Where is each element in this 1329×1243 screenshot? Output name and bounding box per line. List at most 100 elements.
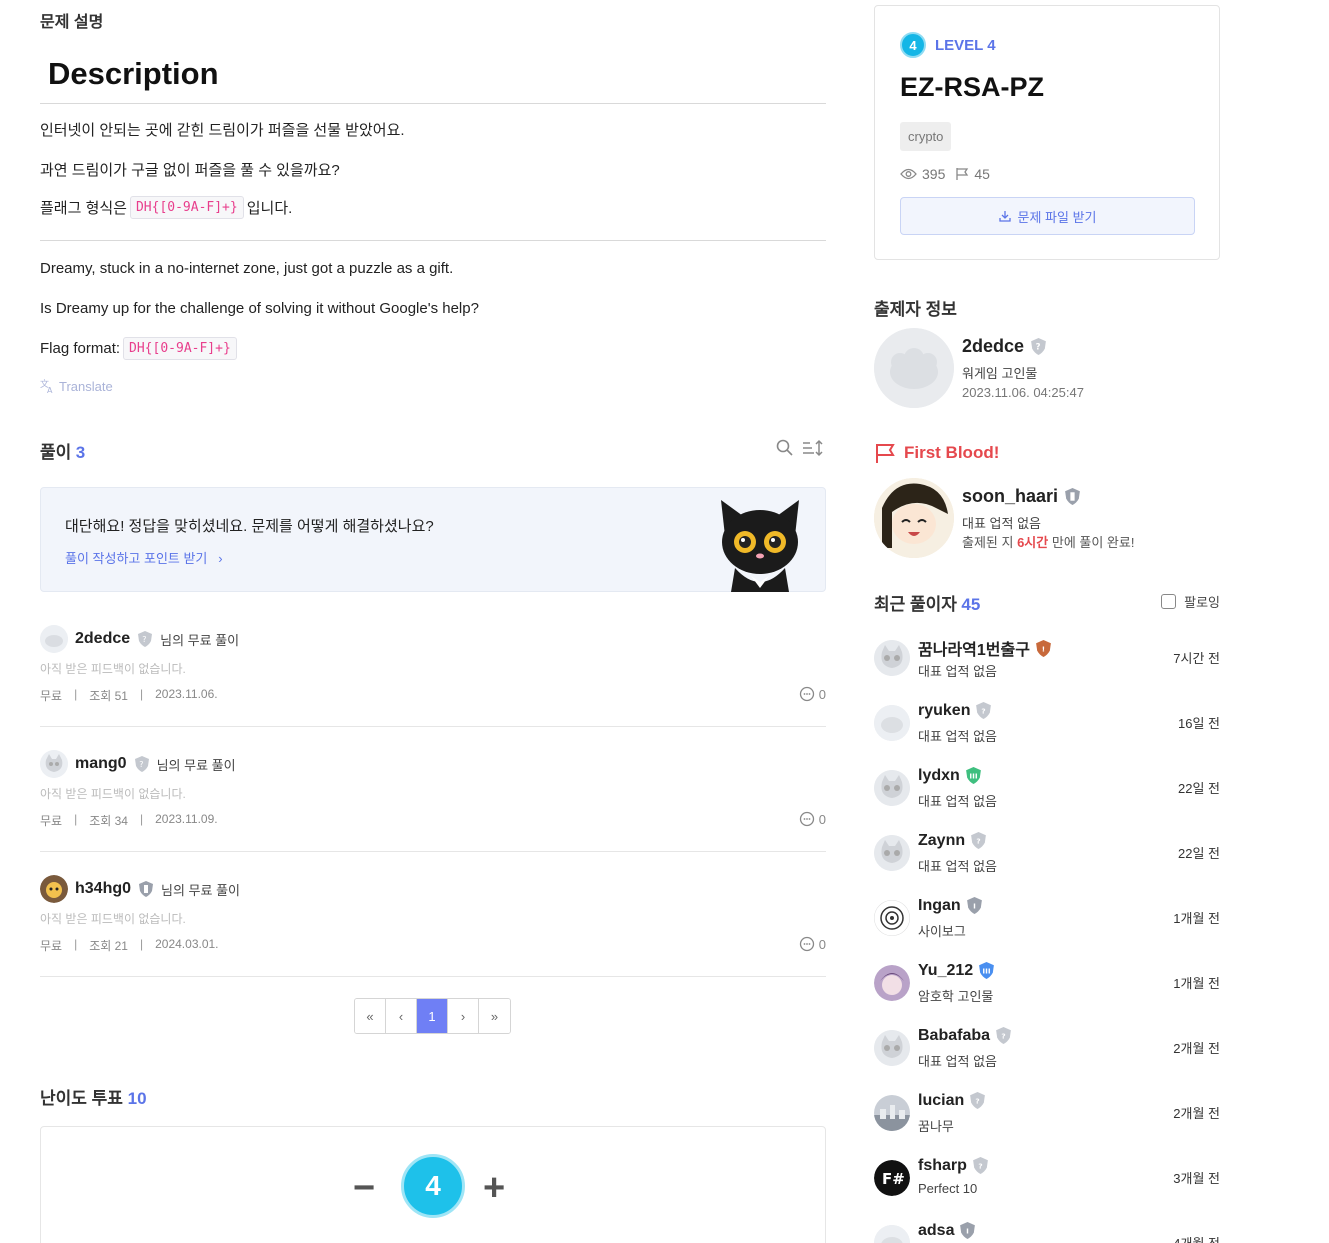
checkbox-icon	[1161, 594, 1177, 609]
writeup-item[interactable]: h34hg0 님의 무료 풀이 아직 받은 피드백이 없습니다. 무료 | 조회 …	[40, 867, 826, 977]
comment-count[interactable]: 0	[799, 936, 826, 952]
writeup-item[interactable]: mang0 ? 님의 무료 풀이 아직 받은 피드백이 없습니다. 무료 | 조회…	[40, 742, 826, 852]
svg-text:I: I	[967, 1227, 970, 1236]
recent-solver-item[interactable]: Yu_212 III 암호학 고인물 1개월 전	[874, 961, 1220, 1021]
svg-text:?: ?	[976, 837, 980, 846]
shield-icon: ?	[134, 756, 149, 772]
shield-icon: ?	[138, 631, 153, 647]
write-solution-link[interactable]: 풀이 작성하고 포인트 받기 ›	[65, 548, 223, 567]
avatar[interactable]	[874, 900, 910, 936]
eye-icon	[900, 168, 917, 180]
solver-time: 1개월 전	[1173, 976, 1220, 991]
next-page-button[interactable]: ›	[448, 999, 479, 1033]
pagination: « ‹ 1 › »	[354, 998, 511, 1034]
author-title: 워게임 고인물	[962, 366, 1038, 381]
first-blood-name[interactable]: soon_haari	[962, 486, 1081, 507]
writeup-meta: 무료 | 조회 51 | 2023.11.06.	[40, 687, 218, 703]
solver-name[interactable]: Ingan I	[918, 896, 983, 915]
author-info: 2dedce ? 워게임 고인물 2023.11.06. 04:25:47	[874, 328, 1220, 410]
svg-text:?: ?	[976, 1097, 980, 1106]
solver-name[interactable]: adsa I	[918, 1221, 976, 1240]
svg-text:III: III	[983, 967, 991, 976]
translate-button[interactable]: 文A Translate	[40, 378, 113, 394]
recent-solver-item[interactable]: Babafaba? 대표 업적 없음 2개월 전	[874, 1026, 1220, 1086]
solver-name[interactable]: 꿈나라역1번출구!	[918, 636, 1052, 660]
first-blood-heading: First Blood!	[874, 442, 999, 464]
shield-icon: I	[966, 897, 982, 914]
solver-name[interactable]: Zaynn?	[918, 831, 987, 850]
avatar[interactable]	[874, 328, 954, 408]
challenge-stats: 395 45	[900, 166, 990, 182]
prev-page-button[interactable]: ‹	[386, 999, 417, 1033]
svg-text:?: ?	[142, 635, 146, 644]
solver-name[interactable]: Babafaba?	[918, 1026, 1012, 1045]
comment-count[interactable]: 0	[799, 686, 826, 702]
last-page-button[interactable]: »	[479, 999, 510, 1033]
solver-time: 2개월 전	[1173, 1041, 1220, 1056]
first-page-button[interactable]: «	[355, 999, 386, 1033]
solver-name[interactable]: lucian?	[918, 1091, 986, 1110]
solver-name[interactable]: ryuken?	[918, 701, 992, 720]
writeup-feedback: 아직 받은 피드백이 없습니다.	[40, 787, 186, 801]
avatar[interactable]	[874, 770, 910, 806]
writeup-item[interactable]: 2dedce ? 님의 무료 풀이 아직 받은 피드백이 없습니다. 무료 | 조…	[40, 617, 826, 727]
solver-time: 7시간 전	[1173, 651, 1220, 666]
writeup-author[interactable]: mang0	[75, 755, 127, 773]
download-file-button[interactable]: 문제 파일 받기	[900, 197, 1195, 235]
svg-text:?: ?	[139, 760, 143, 769]
recent-solver-item[interactable]: ryuken? 대표 업적 없음 16일 전	[874, 701, 1220, 761]
vote-decrease-button[interactable]: −	[353, 1167, 375, 1210]
writeup-feedback: 아직 받은 피드백이 없습니다.	[40, 662, 186, 676]
desc-ko-flag: 플래그 형식은 DH{[0-9A-F]+} 입니다.	[40, 196, 292, 219]
comment-count[interactable]: 0	[799, 811, 826, 827]
flag-format-code: DH{[0-9A-F]+}	[123, 337, 237, 360]
writeup-meta: 무료 | 조회 34 | 2023.11.09.	[40, 812, 218, 828]
desc-ko-line1: 인터넷이 안되는 곳에 갇힌 드림이가 퍼즐을 선물 받았어요.	[40, 122, 405, 139]
avatar[interactable]	[874, 1225, 910, 1243]
solver-name[interactable]: lydxn III	[918, 766, 982, 785]
avatar[interactable]	[874, 640, 910, 676]
author-date: 2023.11.06. 04:25:47	[962, 385, 1084, 400]
recent-solver-item[interactable]: adsaI 4개월 전	[874, 1221, 1220, 1243]
solver-name[interactable]: Yu_212 III	[918, 961, 995, 980]
download-icon	[998, 211, 1011, 222]
sort-icon[interactable]	[802, 439, 824, 457]
shield-icon: ?	[971, 832, 987, 849]
recent-solver-item[interactable]: Zaynn? 대표 업적 없음 22일 전	[874, 831, 1220, 891]
page-button-current[interactable]: 1	[417, 999, 448, 1033]
desc-en-line2: Is Dreamy up for the challenge of solvin…	[40, 300, 479, 317]
following-filter-checkbox[interactable]: 팔로잉	[1161, 592, 1220, 611]
writeup-author[interactable]: 2dedce	[75, 630, 130, 648]
recent-solvers-count: 45	[961, 595, 981, 614]
avatar[interactable]	[874, 1095, 910, 1131]
recent-solver-item[interactable]: Ingan I 사이보그 1개월 전	[874, 896, 1220, 956]
solver-time: 3개월 전	[1173, 1171, 1220, 1186]
level-label: LEVEL 4	[935, 36, 996, 54]
solver-time: 2개월 전	[1173, 1106, 1220, 1121]
recent-solver-item[interactable]: F# fsharp? Perfect 10 3개월 전	[874, 1156, 1220, 1216]
solver-title: 대표 업적 없음	[918, 1054, 997, 1069]
divider	[40, 240, 826, 241]
shield-icon: ?	[976, 702, 992, 719]
banner-text: 대단해요! 정답을 맞히셨네요. 문제를 어떻게 해결하셨나요?	[65, 518, 434, 535]
vote-increase-button[interactable]: +	[483, 1167, 505, 1210]
writeup-author[interactable]: h34hg0	[75, 880, 131, 898]
solver-time: 16일 전	[1178, 716, 1220, 731]
shield-icon	[1065, 488, 1080, 505]
vote-level-value: 4	[401, 1154, 465, 1218]
avatar[interactable]	[874, 705, 910, 741]
solver-name[interactable]: fsharp?	[918, 1156, 989, 1175]
avatar[interactable]	[874, 1030, 910, 1066]
category-tag[interactable]: crypto	[900, 122, 952, 151]
search-icon[interactable]	[776, 439, 794, 457]
author-name[interactable]: 2dedce ?	[962, 336, 1047, 357]
recent-solver-item[interactable]: lucian? 꿈나무 2개월 전	[874, 1091, 1220, 1151]
flag-icon	[956, 168, 969, 180]
avatar[interactable]	[874, 478, 954, 558]
avatar[interactable]	[874, 965, 910, 1001]
recent-solver-item[interactable]: lydxn III 대표 업적 없음 22일 전	[874, 766, 1220, 826]
avatar[interactable]: F#	[874, 1160, 910, 1196]
recent-solver-item[interactable]: 꿈나라역1번출구! 대표 업적 없음 7시간 전	[874, 636, 1220, 696]
writeup-type: 님의 무료 풀이	[156, 757, 236, 773]
avatar[interactable]	[874, 835, 910, 871]
